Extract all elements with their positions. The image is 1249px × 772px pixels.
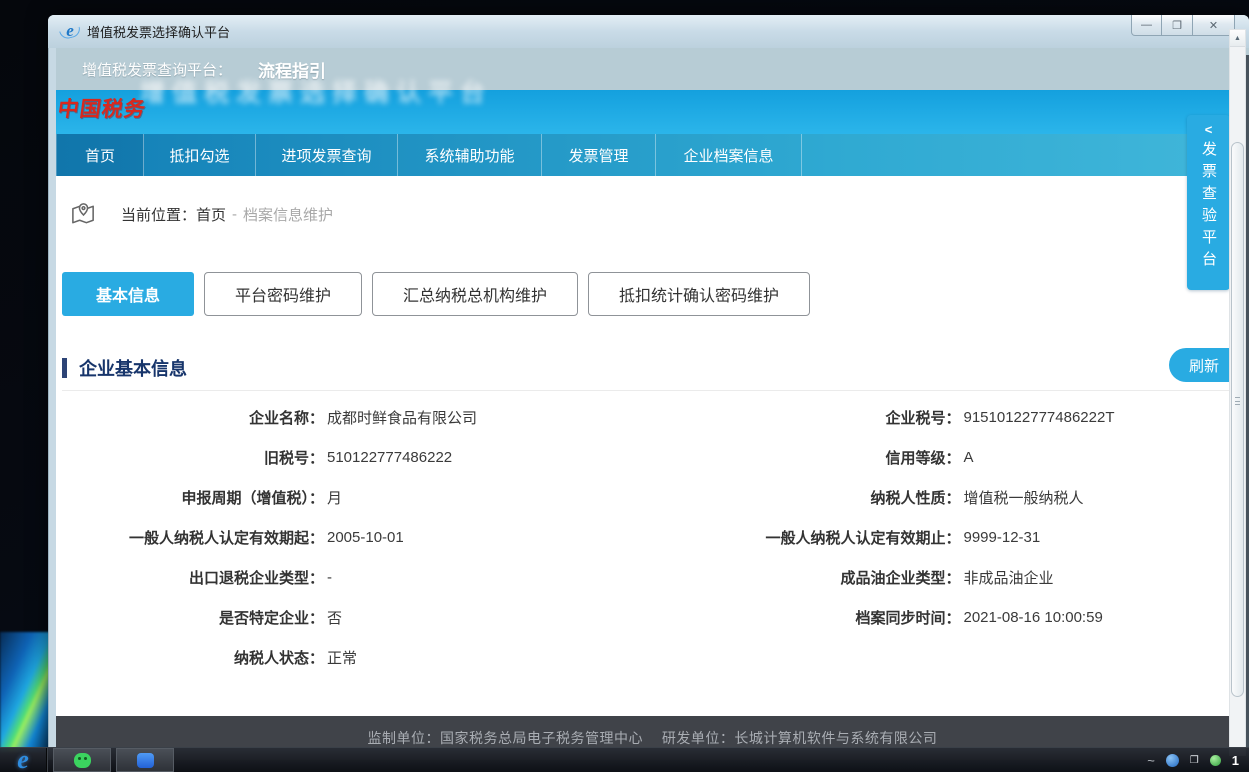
minimize-icon: — [1141,19,1152,31]
field-enterprise-tax-number: 企业税号：91510122777486222T [653,397,1249,437]
taskbar: e ~ ❐ 1 [0,747,1249,772]
banner-ghost-text: 增值税发票选择确认平台 [140,73,492,109]
scrollbar-grip-icon [1235,397,1240,405]
nav-item-system-aux[interactable]: 系统辅助功能 [398,134,542,176]
field-enterprise-name: 企业名称：成都时鲜食品有限公司 [56,397,653,437]
chevron-left-icon: < [1187,122,1230,137]
internet-explorer-icon: e [17,750,29,770]
internet-explorer-icon: e [61,23,79,41]
section-title: 企业基本信息 [79,355,187,381]
desktop-wallpaper-aurora [0,632,52,752]
field-refined-oil-type: 成品油企业类型：非成品油企业 [653,557,1249,597]
field-credit-rating: 信用等级：A [653,437,1249,477]
nav-item-deduction-check[interactable]: 抵扣勾选 [144,134,256,176]
side-tab-label: 发票查验平台 [1198,141,1219,273]
breadcrumb: 当前位置：首页 - 档案信息维护 [62,196,1249,232]
form-column-left: 企业名称：成都时鲜食品有限公司 旧税号：510122777486222 申报周期… [56,397,653,677]
tray-network-icon[interactable] [1166,754,1179,767]
tray-status-icon[interactable] [1210,755,1221,766]
window-title: 增值税发票选择确认平台 [87,22,230,41]
breadcrumb-separator: - [232,206,237,223]
close-icon: ✕ [1209,19,1218,32]
field-export-rebate-type: 出口退税企业类型：- [56,557,653,597]
tab-basic-info[interactable]: 基本信息 [62,272,194,316]
up-arrow-icon: ▲ [1234,35,1241,42]
field-taxpayer-nature: 纳税人性质：增值税一般纳税人 [653,477,1249,517]
tab-platform-password[interactable]: 平台密码维护 [204,272,362,316]
window-controls: — ❐ ✕ [1131,15,1235,36]
desktop: e 增值税发票选择确认平台 — ❐ ✕ 增值税发票查询平台： 流程指引 增值税发… [0,0,1249,772]
nav-item-enterprise-archive[interactable]: 企业档案信息 [656,134,802,176]
invoice-verification-side-tab[interactable]: < 发票查验平台 [1187,115,1230,290]
nav-item-home[interactable]: 首页 [56,134,144,176]
enterprise-info-form: 企业名称：成都时鲜食品有限公司 旧税号：510122777486222 申报周期… [56,397,1249,677]
wechat-icon [74,753,91,768]
page-content: 当前位置：首页 - 档案信息维护 基本信息 平台密码维护 汇总纳税总机构维护 抵… [56,176,1249,716]
scrollbar-thumb[interactable] [1231,142,1244,697]
taskbar-ie-button[interactable]: e [0,748,46,772]
window-titlebar[interactable]: e 增值税发票选择确认平台 — ❐ ✕ [48,15,1249,48]
section-divider [62,390,1235,391]
tab-consolidated-tax-hq[interactable]: 汇总纳税总机构维护 [372,272,578,316]
tray-wave-icon[interactable]: ~ [1147,753,1155,768]
field-declaration-period: 申报周期（增值税）：月 [56,477,653,517]
breadcrumb-page: 档案信息维护 [243,204,333,225]
section-accent-bar [62,358,67,378]
sub-tabs: 基本信息 平台密码维护 汇总纳税总机构维护 抵扣统计确认密码维护 [62,272,1249,316]
nav-item-invoice-management[interactable]: 发票管理 [542,134,656,176]
scrollbar-up-arrow[interactable]: ▲ [1230,30,1245,47]
section-header: 企业基本信息 刷新 [62,354,1249,382]
nav-item-input-invoice-query[interactable]: 进项发票查询 [256,134,398,176]
browser-client-area: 增值税发票查询平台： 流程指引 增值税发票选择确认平台 中国税务 首页 抵扣勾选… [56,48,1249,760]
restore-icon: ❐ [1172,19,1182,32]
footer-text: 监制单位：国家税务总局电子税务管理中心 研发单位：长城计算机软件与系统有限公司 [368,728,938,748]
taskbar-clock[interactable]: 1 [1232,753,1239,768]
restore-button[interactable]: ❐ [1162,15,1193,36]
field-is-specific-enterprise: 是否特定企业：否 [56,597,653,637]
system-tray: ~ ❐ 1 [1147,748,1249,772]
field-archive-sync-time: 档案同步时间：2021-08-16 10:00:59 [653,597,1249,637]
main-nav: 首页 抵扣勾选 进项发票查询 系统辅助功能 发票管理 企业档案信息 [56,134,1249,176]
field-old-tax-number: 旧税号：510122777486222 [56,437,653,477]
field-general-taxpayer-valid-to: 一般人纳税人认定有效期止：9999-12-31 [653,517,1249,557]
china-tax-logo: 中国税务 [56,93,148,123]
taskbar-wechat-button[interactable] [53,748,111,772]
field-taxpayer-status: 纳税人状态：正常 [56,637,653,677]
form-column-right: 企业税号：91510122777486222T 信用等级：A 纳税人性质：增值税… [653,397,1249,677]
breadcrumb-current-location[interactable]: 当前位置：首页 [121,204,226,225]
minimize-button[interactable]: — [1131,15,1162,36]
blue-app-icon [137,753,154,768]
location-map-icon [70,201,97,228]
field-general-taxpayer-valid-from: 一般人纳税人认定有效期起：2005-10-01 [56,517,653,557]
banner: 增值税发票选择确认平台 中国税务 [56,90,1249,134]
browser-window: e 增值税发票选择确认平台 — ❐ ✕ 增值税发票查询平台： 流程指引 增值税发… [48,15,1249,760]
taskbar-separator [46,748,48,772]
taskbar-blue-app-button[interactable] [116,748,174,772]
tray-windows-icon[interactable]: ❐ [1190,755,1199,766]
tab-deduction-confirm-password[interactable]: 抵扣统计确认密码维护 [588,272,810,316]
vertical-scrollbar[interactable]: ▲ [1229,29,1246,756]
